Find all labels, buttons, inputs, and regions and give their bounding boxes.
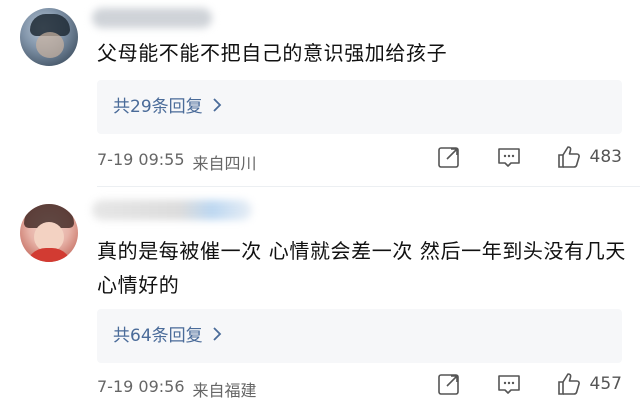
comment-meta: 7-19 09:56 来自福建 <box>97 377 257 401</box>
comment-actions: 483 <box>436 144 622 170</box>
divider <box>97 186 640 187</box>
view-replies-link[interactable]: 共29条回复 <box>113 80 223 134</box>
comment-icon[interactable] <box>496 144 522 170</box>
comment-text: 真的是每被催一次 心情就会差一次 然后一年到头没有几天心情好的 <box>97 239 626 297</box>
share-icon[interactable] <box>436 144 462 170</box>
comment-actions: 457 <box>436 371 622 397</box>
comment-meta: 7-19 09:55 来自四川 <box>97 150 257 174</box>
chevron-right-icon <box>211 80 223 134</box>
reply-count-label: 共29条回复 <box>113 97 203 117</box>
comment-date: 7-19 09:56 <box>97 377 185 396</box>
username-blurred[interactable] <box>92 200 252 220</box>
avatar-shirt-shape <box>26 248 72 262</box>
reply-count-label: 共64条回复 <box>113 326 203 346</box>
thumbs-up-icon[interactable] <box>556 371 582 397</box>
chevron-right-icon <box>211 309 223 363</box>
reply-box[interactable]: 共64条回复 <box>97 309 622 363</box>
reply-box[interactable]: 共29条回复 <box>97 80 622 134</box>
avatar-face-shape <box>36 32 64 58</box>
thumbs-up-icon[interactable] <box>556 144 582 170</box>
username-blurred[interactable] <box>92 8 212 28</box>
avatar[interactable] <box>20 8 78 66</box>
comment-icon[interactable] <box>496 371 522 397</box>
comment-location: 来自四川 <box>192 154 257 173</box>
view-replies-link[interactable]: 共64条回复 <box>113 309 223 363</box>
like-count: 457 <box>589 374 622 394</box>
like-count: 483 <box>589 147 622 167</box>
comment-text: 父母能不能不把自己的意识强加给孩子 <box>97 41 448 65</box>
comment-location: 来自福建 <box>192 381 257 400</box>
comment-date: 7-19 09:55 <box>97 150 185 169</box>
share-icon[interactable] <box>436 371 462 397</box>
avatar[interactable] <box>20 204 78 262</box>
